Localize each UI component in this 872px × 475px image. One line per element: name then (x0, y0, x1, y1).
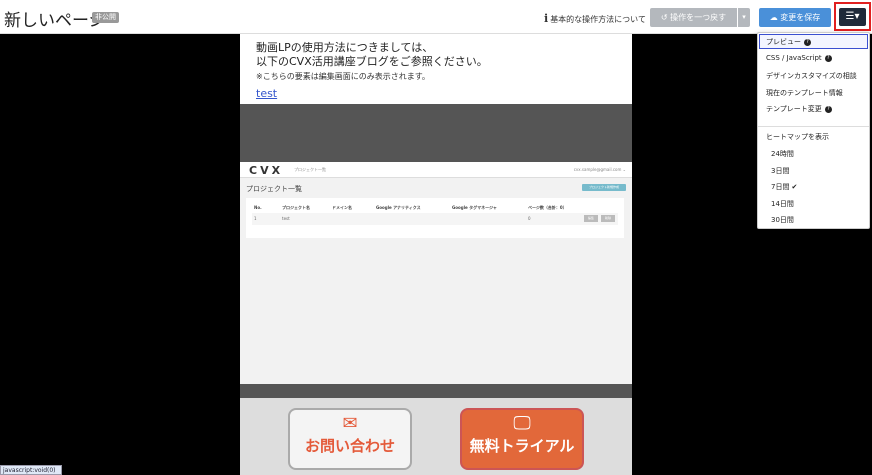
monitor-icon: 🖵 (513, 413, 531, 434)
menu-item-14d[interactable]: 14日間 (771, 199, 794, 209)
menu-item-24h[interactable]: 24時間 (771, 149, 794, 159)
video-cell-pages: 0 (528, 216, 531, 221)
video-col-pages: ページ数（合計：0） (528, 205, 567, 210)
menu-item-design-consult[interactable]: デザインカスタマイズの相談 (766, 71, 857, 81)
video-edit-button: 編集 (584, 215, 598, 222)
video-top-band (240, 104, 632, 162)
contact-label: お問い合わせ (304, 437, 395, 455)
help-link[interactable]: i 基本的な操作方法について (544, 12, 646, 25)
menu-item-css-js-label: CSS / JavaScript (766, 54, 822, 62)
status-bar-url: javascript:void(0) (0, 465, 62, 475)
menu-button-highlight: ☰▾ (834, 2, 871, 31)
video-cell-project: test (282, 216, 290, 221)
cta-section: ✉ お問い合わせ 🖵 無料トライアル (240, 398, 632, 475)
usage-notice: 動画LPの使用方法につきましては、 以下のCVX活用講座ブログをご参照ください。… (256, 41, 626, 100)
menu-item-7d-label: 7日間 (771, 183, 790, 191)
question-icon: ? (804, 38, 811, 46)
private-badge: 非公開 (92, 12, 119, 23)
cloud-icon: ☁ (769, 13, 781, 22)
menu-item-css-js[interactable]: CSS / JavaScript? (766, 54, 832, 62)
video-new-project-button: プロジェクト新規作成 (582, 184, 626, 191)
menu-button[interactable]: ☰▾ (839, 8, 866, 26)
undo-dropdown-button[interactable]: ▾ (738, 8, 750, 27)
settings-dropdown-menu: プレビュー? CSS / JavaScript? デザインカスタマイズの相談 現… (757, 32, 870, 229)
save-button[interactable]: ☁ 変更を保存 (759, 8, 831, 27)
menu-item-template-change-label: テンプレート変更 (766, 105, 822, 113)
question-icon: ? (824, 54, 832, 62)
video-screen[interactable]: CVX プロジェクト一覧 cvx.sample@gmail.com ⌄ プロジェ… (240, 162, 632, 384)
top-toolbar: 新しいページ 非公開 i 基本的な操作方法について ↺ 操作を一つ戻す ▾ ☁ 変… (0, 0, 872, 34)
menu-item-preview[interactable]: プレビュー? (766, 37, 811, 47)
envelope-icon: ✉ (342, 413, 358, 434)
undo-icon: ↺ (660, 13, 671, 22)
undo-button[interactable]: ↺ 操作を一つ戻す (650, 8, 737, 27)
video-col-domain: ドメイン名 (332, 205, 352, 210)
page-canvas: 動画LPの使用方法につきましては、 以下のCVX活用講座ブログをご参照ください。… (240, 34, 632, 475)
caret-down-icon: ▾ (742, 13, 746, 21)
checkmark-icon: ✔ (791, 183, 798, 191)
hamburger-icon: ☰▾ (845, 11, 860, 22)
test-link[interactable]: test (256, 87, 626, 100)
notice-line-1: 動画LPの使用方法につきましては、 (256, 41, 434, 54)
question-icon: ? (824, 105, 832, 113)
menu-item-7d[interactable]: 7日間 ✔ (771, 182, 797, 192)
video-bottom-band (240, 384, 632, 398)
menu-heatmap-heading: ヒートマップを表示 (766, 133, 829, 141)
menu-item-template-change[interactable]: テンプレート変更? (766, 104, 832, 114)
video-page-title: プロジェクト一覧 (246, 185, 302, 193)
menu-item-template-info[interactable]: 現在のテンプレート情報 (766, 88, 843, 98)
free-trial-label: 無料トライアル (469, 437, 575, 455)
video-col-ga: Google アナリティクス (376, 205, 421, 210)
free-trial-button[interactable]: 🖵 無料トライアル (460, 408, 584, 470)
notice-note: ※こちらの要素は編集画面にのみ表示されます。 (256, 72, 430, 81)
video-table: No. プロジェクト名 ドメイン名 Google アナリティクス Google … (246, 198, 624, 238)
menu-item-preview-label: プレビュー (766, 38, 801, 46)
help-link-label: 基本的な操作方法について (550, 15, 646, 24)
video-user: cvx.sample@gmail.com ⌄ (573, 167, 626, 172)
save-label: 変更を保存 (780, 13, 821, 22)
notice-line-2: 以下のCVX活用講座ブログをご参照ください。 (256, 55, 488, 68)
video-col-no: No. (254, 205, 262, 210)
menu-divider (758, 126, 869, 127)
video-table-row (252, 213, 618, 225)
info-icon: i (544, 12, 549, 25)
cvx-logo: CVX (249, 164, 284, 177)
video-nav: CVX プロジェクト一覧 cvx.sample@gmail.com ⌄ (240, 162, 632, 178)
undo-label: 操作を一つ戻す (670, 13, 727, 22)
video-col-project: プロジェクト名 (282, 205, 310, 210)
page-title: 新しいページ (4, 11, 106, 31)
contact-button[interactable]: ✉ お問い合わせ (288, 408, 412, 470)
menu-item-3d[interactable]: 3日間 (771, 166, 789, 176)
video-col-gtm: Google タグマネージャ (452, 205, 497, 210)
video-delete-button: 削除 (601, 215, 615, 222)
video-cell-no: 1 (254, 216, 257, 221)
video-nav-item: プロジェクト一覧 (294, 167, 326, 172)
menu-item-30d[interactable]: 30日間 (771, 215, 794, 225)
